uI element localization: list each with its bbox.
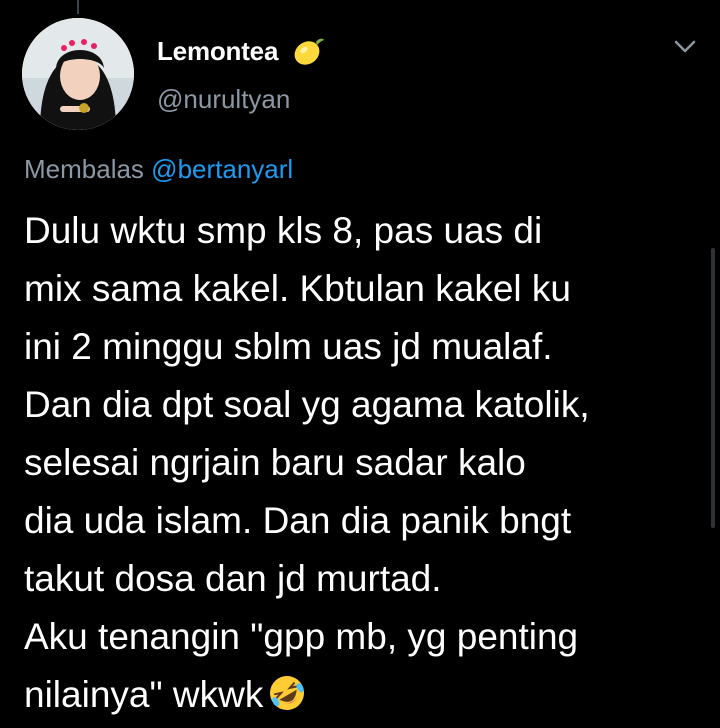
user-handle[interactable]: @nurultyan: [157, 84, 290, 115]
avatar-photo-icon: [22, 18, 134, 130]
tweet-text: Dulu wktu smp kls 8, pas uas di mix sama…: [24, 202, 704, 724]
tweet-line: takut dosa dan jd murtad.: [24, 558, 442, 599]
rolling-on-floor-laughing-icon: [270, 676, 305, 710]
tweet-line: selesai ngrjain baru sadar kalo: [24, 442, 526, 483]
scrollbar[interactable]: [711, 248, 715, 528]
tweet-line: ini 2 minggu sblm uas jd mualaf.: [24, 326, 553, 367]
tweet-line: dia uda islam. Dan dia panik bngt: [24, 500, 572, 541]
avatar[interactable]: [22, 18, 134, 130]
lemon-icon: [294, 38, 324, 65]
tweet-line: mix sama kakel. Kbtulan kakel ku: [24, 268, 572, 309]
reply-prefix: Membalas: [24, 154, 144, 184]
display-name[interactable]: Lemontea: [157, 36, 278, 67]
thread-connector-line: [77, 0, 79, 14]
tweet-line: Aku tenangin "gpp mb, yg penting: [24, 616, 579, 657]
tweet-line: Dulu wktu smp kls 8, pas uas di: [24, 210, 543, 251]
reply-context: Membalas @bertanyarl: [24, 154, 293, 185]
tweet-line-text: nilainya" wkwk: [24, 674, 264, 715]
tweet-line: Dan dia dpt soal yg agama katolik,: [24, 384, 590, 425]
tweet-line-last: nilainya" wkwk: [24, 666, 704, 724]
reply-mention-link[interactable]: @bertanyarl: [151, 154, 293, 184]
chevron-down-icon[interactable]: [674, 40, 696, 54]
